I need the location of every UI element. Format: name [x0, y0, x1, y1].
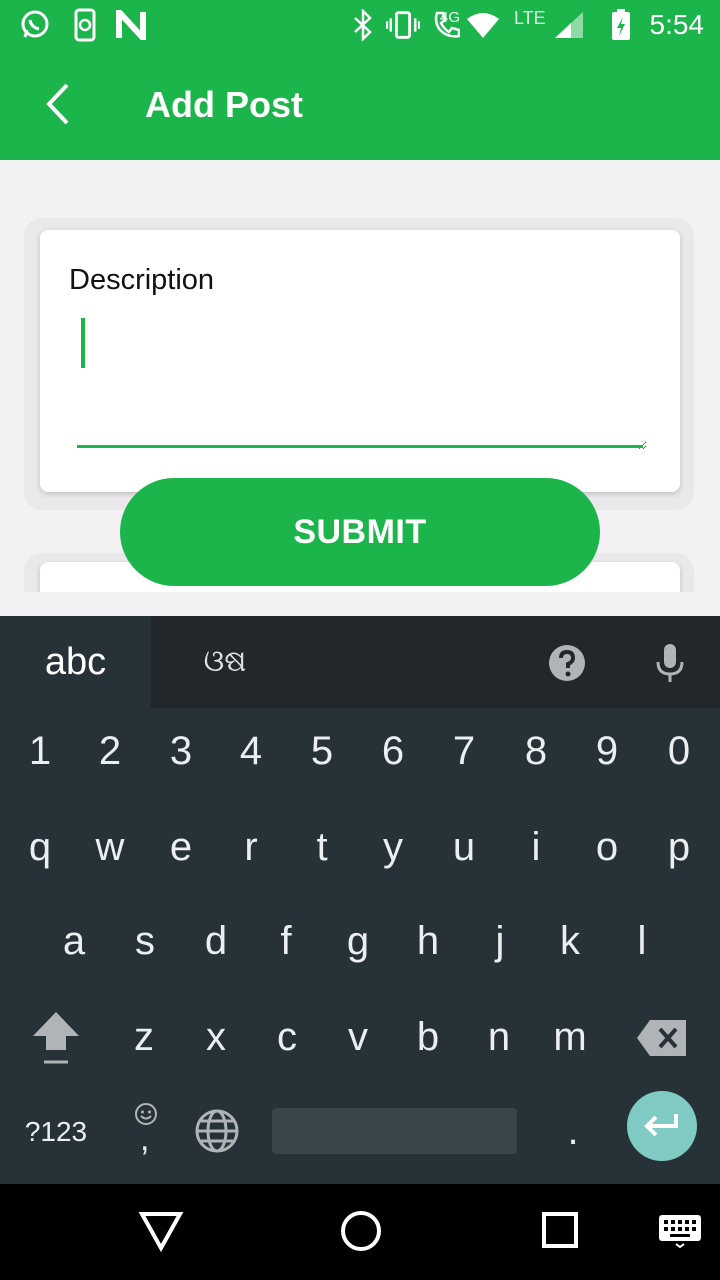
- description-input[interactable]: [77, 310, 647, 450]
- nav-home-icon[interactable]: [338, 1208, 384, 1254]
- key-1[interactable]: 1: [5, 706, 75, 796]
- vibrate-icon: [386, 8, 420, 42]
- key-8[interactable]: 8: [501, 706, 571, 796]
- content-edge: [0, 592, 720, 616]
- period-key[interactable]: .: [548, 1096, 598, 1166]
- key-o[interactable]: o: [572, 802, 642, 892]
- symbols-key[interactable]: ?123: [14, 1104, 98, 1160]
- key-w[interactable]: w: [75, 802, 145, 892]
- key-4[interactable]: 4: [216, 706, 286, 796]
- soft-keyboard: abc ଓଷ 1 2 3 4 5 6 7 8 9 0 q w e r t y u…: [0, 616, 720, 1184]
- key-g[interactable]: g: [323, 896, 393, 986]
- text-cursor: [81, 318, 85, 368]
- n-app-icon: [114, 8, 148, 42]
- nav-recents-icon[interactable]: [540, 1210, 580, 1250]
- key-s[interactable]: s: [110, 896, 180, 986]
- tab-odia[interactable]: ଓଷ: [170, 616, 280, 708]
- key-v[interactable]: v: [323, 992, 393, 1082]
- nav-back-icon[interactable]: [138, 1208, 184, 1254]
- whatsapp-icon: [18, 8, 52, 42]
- key-c[interactable]: c: [252, 992, 322, 1082]
- key-3[interactable]: 3: [146, 706, 216, 796]
- status-time: 5:54: [649, 9, 705, 40]
- description-card: Description: [40, 230, 680, 492]
- key-5[interactable]: 5: [287, 706, 357, 796]
- submit-button[interactable]: SUBMIT: [120, 478, 600, 586]
- back-button[interactable]: [28, 74, 88, 134]
- key-h[interactable]: h: [393, 896, 463, 986]
- phone-sync-icon: [68, 8, 102, 42]
- key-x[interactable]: x: [181, 992, 251, 1082]
- battery-charging-icon: [604, 8, 638, 42]
- network-type-label: 4G: [440, 9, 461, 26]
- key-7[interactable]: 7: [429, 706, 499, 796]
- tab-abc[interactable]: abc: [0, 616, 151, 708]
- key-l[interactable]: l: [607, 896, 677, 986]
- key-q[interactable]: q: [5, 802, 75, 892]
- key-a[interactable]: a: [39, 896, 109, 986]
- app-bar: Add Post: [0, 50, 720, 160]
- space-key[interactable]: [272, 1108, 517, 1154]
- key-r[interactable]: r: [216, 802, 286, 892]
- key-9[interactable]: 9: [572, 706, 642, 796]
- key-d[interactable]: d: [181, 896, 251, 986]
- key-p[interactable]: p: [644, 802, 714, 892]
- key-n[interactable]: n: [464, 992, 534, 1082]
- emoji-comma-key[interactable]: ,: [124, 1094, 168, 1172]
- enter-key[interactable]: [627, 1091, 697, 1161]
- lte-label: LTE: [514, 8, 546, 28]
- shift-key[interactable]: [21, 998, 91, 1078]
- signal-icon: [552, 8, 586, 42]
- backspace-key[interactable]: [627, 998, 697, 1078]
- backspace-icon: [637, 1020, 686, 1056]
- globe-icon[interactable]: [194, 1108, 240, 1154]
- keyboard-switch-icon[interactable]: [658, 1214, 702, 1248]
- key-2[interactable]: 2: [75, 706, 145, 796]
- comma-label: ,: [140, 1120, 150, 1158]
- navigation-bar: [0, 1184, 720, 1280]
- key-k[interactable]: k: [535, 896, 605, 986]
- key-z[interactable]: z: [109, 992, 179, 1082]
- key-e[interactable]: e: [146, 802, 216, 892]
- bluetooth-icon: [346, 8, 380, 42]
- key-j[interactable]: j: [465, 896, 535, 986]
- status-bar: 4G LTE 5:54: [0, 0, 720, 50]
- key-f[interactable]: f: [251, 896, 321, 986]
- key-b[interactable]: b: [393, 992, 463, 1082]
- keyboard-toolbar: abc ଓଷ: [0, 616, 720, 708]
- help-icon[interactable]: [548, 644, 586, 682]
- chevron-left-icon: [46, 83, 69, 125]
- wifi-icon: [466, 8, 500, 42]
- description-underline: [77, 445, 643, 448]
- key-i[interactable]: i: [501, 802, 571, 892]
- key-u[interactable]: u: [429, 802, 499, 892]
- key-6[interactable]: 6: [358, 706, 428, 796]
- key-t[interactable]: t: [287, 802, 357, 892]
- key-0[interactable]: 0: [644, 706, 714, 796]
- key-y[interactable]: y: [358, 802, 428, 892]
- shift-arrow-icon: [33, 1012, 79, 1064]
- microphone-icon[interactable]: [652, 642, 688, 684]
- description-label: Description: [69, 264, 215, 296]
- enter-arrow-icon: [644, 1114, 678, 1137]
- key-m[interactable]: m: [535, 992, 605, 1082]
- page-title: Add Post: [145, 84, 303, 125]
